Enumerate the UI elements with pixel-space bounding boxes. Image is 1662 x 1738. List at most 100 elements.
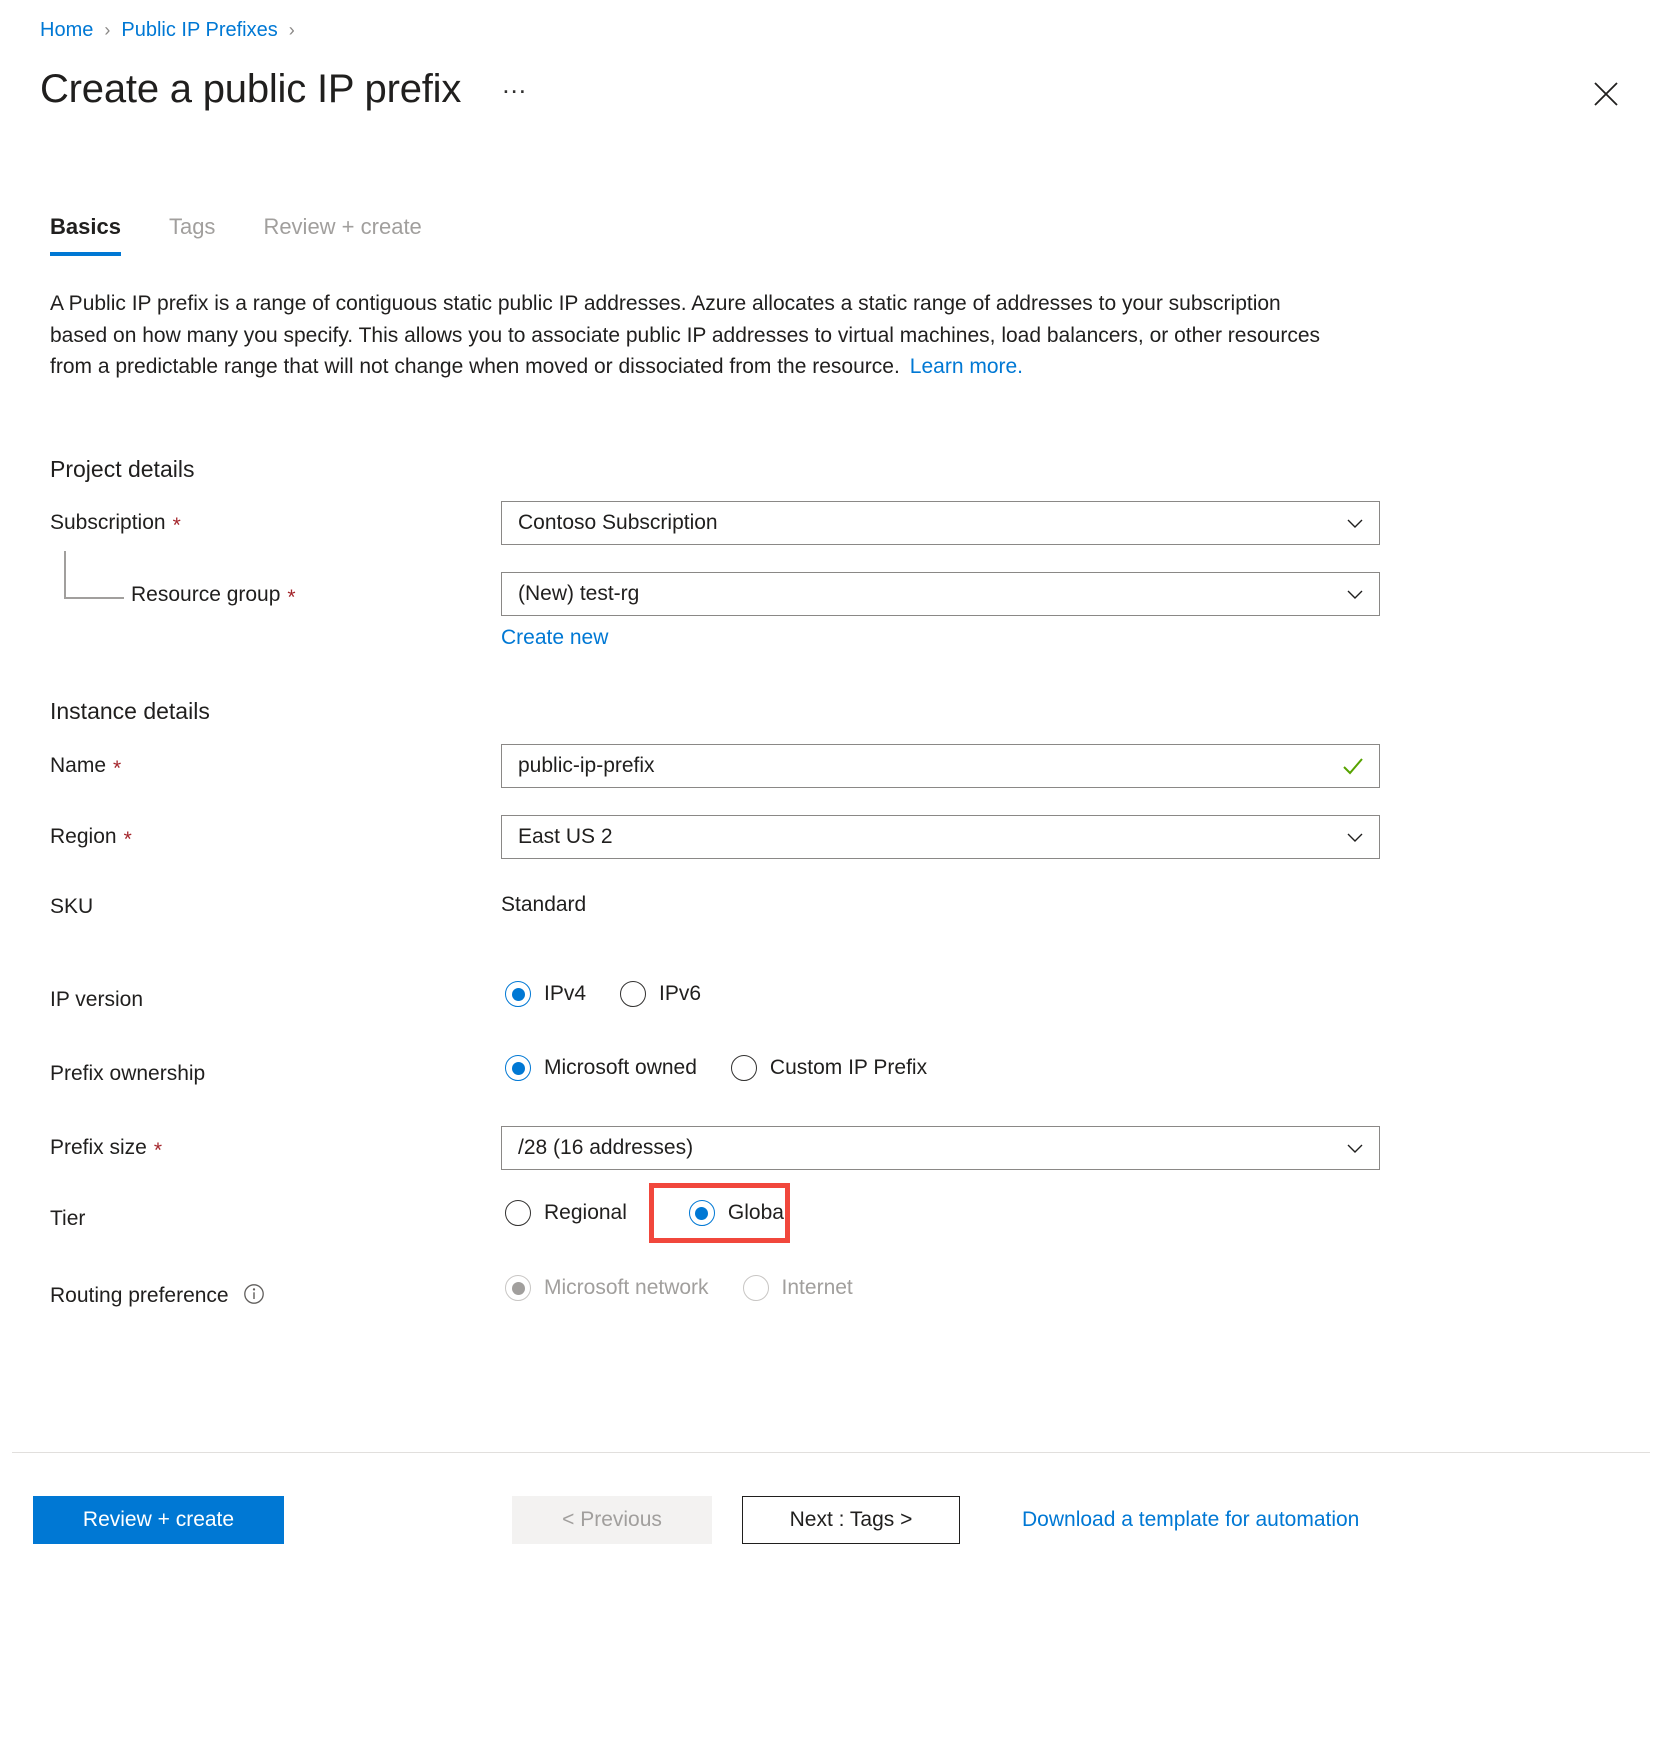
label-prefix-ownership-text: Prefix ownership (50, 1060, 205, 1088)
region-dropdown-wrap: East US 2 (501, 815, 1380, 859)
subscription-dropdown[interactable]: Contoso Subscription (501, 501, 1380, 545)
label-resource-group: Resource group * (131, 581, 296, 609)
sku-value: Standard (501, 891, 586, 919)
radio-global-label: Global (728, 1199, 789, 1227)
label-sku: SKU (50, 893, 93, 921)
label-tier-text: Tier (50, 1205, 85, 1233)
breadcrumb-separator-icon-2: › (289, 16, 295, 44)
name-input[interactable]: public-ip-prefix (501, 744, 1380, 788)
label-resource-group-text: Resource group (131, 581, 280, 609)
radio-button-microsoft-network-icon (505, 1275, 531, 1301)
label-region: Region * (50, 823, 132, 851)
radio-button-custom-ip-prefix-icon[interactable] (731, 1055, 757, 1081)
radio-regional[interactable]: Regional (505, 1199, 627, 1227)
breadcrumb-item-home[interactable]: Home (40, 16, 93, 44)
required-asterisk-name: * (113, 758, 121, 779)
label-prefix-size: Prefix size * (50, 1134, 162, 1162)
tier-radio-group: Regional Global (505, 1199, 823, 1227)
label-subscription-text: Subscription (50, 509, 166, 537)
radio-internet-label: Internet (782, 1274, 853, 1302)
name-input-wrap: public-ip-prefix (501, 744, 1380, 788)
label-routing-preference: Routing preference (50, 1280, 265, 1310)
radio-microsoft-network: Microsoft network (505, 1274, 709, 1302)
breadcrumb: Home › Public IP Prefixes › (40, 16, 306, 44)
label-prefix-ownership: Prefix ownership (50, 1060, 205, 1088)
title-row: Create a public IP prefix … (40, 62, 535, 116)
subscription-dropdown-wrap: Contoso Subscription (501, 501, 1380, 545)
label-prefix-size-text: Prefix size (50, 1134, 147, 1162)
label-tier: Tier (50, 1205, 85, 1233)
prefix-ownership-radio-group: Microsoft owned Custom IP Prefix (505, 1054, 961, 1082)
create-new-resource-group-link[interactable]: Create new (501, 624, 608, 652)
radio-microsoft-owned-label: Microsoft owned (544, 1054, 697, 1082)
region-dropdown[interactable]: East US 2 (501, 815, 1380, 859)
radio-button-internet-icon (743, 1275, 769, 1301)
radio-microsoft-owned[interactable]: Microsoft owned (505, 1054, 697, 1082)
chevron-down-icon (1345, 1138, 1365, 1158)
breadcrumb-separator-icon: › (104, 16, 110, 44)
ip-version-radio-group: IPv4 IPv6 (505, 980, 735, 1008)
label-name: Name * (50, 752, 121, 780)
chevron-down-icon (1345, 584, 1365, 604)
resource-group-value: (New) test-rg (518, 582, 1337, 606)
subscription-value: Contoso Subscription (518, 511, 1337, 535)
prefix-size-dropdown[interactable]: /28 (16 addresses) (501, 1126, 1380, 1170)
required-asterisk-subscription: * (173, 515, 181, 536)
radio-global[interactable]: Global (689, 1199, 789, 1227)
resource-group-dropdown[interactable]: (New) test-rg (501, 572, 1380, 616)
label-sku-text: SKU (50, 893, 93, 921)
chevron-down-icon (1345, 827, 1365, 847)
prefix-size-value: /28 (16 addresses) (518, 1136, 1337, 1160)
resource-group-indent-connector (64, 551, 124, 599)
page-title: Create a public IP prefix (40, 62, 461, 116)
radio-internet: Internet (743, 1274, 853, 1302)
radio-button-ipv6-icon[interactable] (620, 981, 646, 1007)
radio-button-microsoft-owned-icon[interactable] (505, 1055, 531, 1081)
close-icon[interactable] (1586, 74, 1626, 114)
footer-action-bar: Review + create < Previous Next : Tags >… (0, 1490, 1662, 1550)
breadcrumb-item-public-ip-prefixes[interactable]: Public IP Prefixes (121, 16, 277, 44)
more-options-icon[interactable]: … (493, 68, 535, 110)
tab-tags[interactable]: Tags (169, 212, 215, 256)
tab-bar: Basics Tags Review + create (50, 212, 470, 256)
label-region-text: Region (50, 823, 117, 851)
radio-microsoft-network-label: Microsoft network (544, 1274, 709, 1302)
radio-custom-ip-prefix[interactable]: Custom IP Prefix (731, 1054, 927, 1082)
section-title-project-details: Project details (50, 454, 194, 484)
label-name-text: Name (50, 752, 106, 780)
required-asterisk-prefix-size: * (154, 1140, 162, 1161)
radio-custom-ip-prefix-label: Custom IP Prefix (770, 1054, 927, 1082)
resource-group-wrap: (New) test-rg Create new (501, 572, 1380, 652)
footer-divider (12, 1452, 1650, 1453)
tab-basics[interactable]: Basics (50, 212, 121, 256)
radio-ipv4[interactable]: IPv4 (505, 980, 586, 1008)
next-tags-button[interactable]: Next : Tags > (742, 1496, 960, 1544)
label-routing-preference-text: Routing preference (50, 1282, 229, 1310)
description-body: A Public IP prefix is a range of contigu… (50, 292, 1320, 378)
label-subscription: Subscription * (50, 509, 181, 537)
learn-more-link[interactable]: Learn more. (910, 355, 1023, 378)
required-asterisk-region: * (124, 829, 132, 850)
routing-preference-radio-group: Microsoft network Internet (505, 1274, 887, 1302)
chevron-down-icon (1345, 513, 1365, 533)
review-create-button[interactable]: Review + create (33, 1496, 284, 1544)
info-icon[interactable] (243, 1283, 265, 1305)
radio-ipv4-label: IPv4 (544, 980, 586, 1008)
section-title-instance-details: Instance details (50, 696, 210, 726)
radio-button-regional-icon[interactable] (505, 1200, 531, 1226)
label-ip-version: IP version (50, 986, 143, 1014)
description-text: A Public IP prefix is a range of contigu… (50, 288, 1330, 383)
radio-ipv6[interactable]: IPv6 (620, 980, 701, 1008)
valid-check-icon (1341, 754, 1365, 778)
tab-review-create[interactable]: Review + create (263, 212, 421, 256)
label-ip-version-text: IP version (50, 986, 143, 1014)
radio-button-ipv4-icon[interactable] (505, 981, 531, 1007)
radio-button-global-icon[interactable] (689, 1200, 715, 1226)
previous-button: < Previous (512, 1496, 712, 1544)
download-template-link[interactable]: Download a template for automation (1022, 1496, 1359, 1544)
radio-regional-label: Regional (544, 1199, 627, 1227)
radio-ipv6-label: IPv6 (659, 980, 701, 1008)
name-value: public-ip-prefix (518, 754, 1333, 778)
region-value: East US 2 (518, 825, 1337, 849)
required-asterisk-resource-group: * (287, 587, 295, 608)
